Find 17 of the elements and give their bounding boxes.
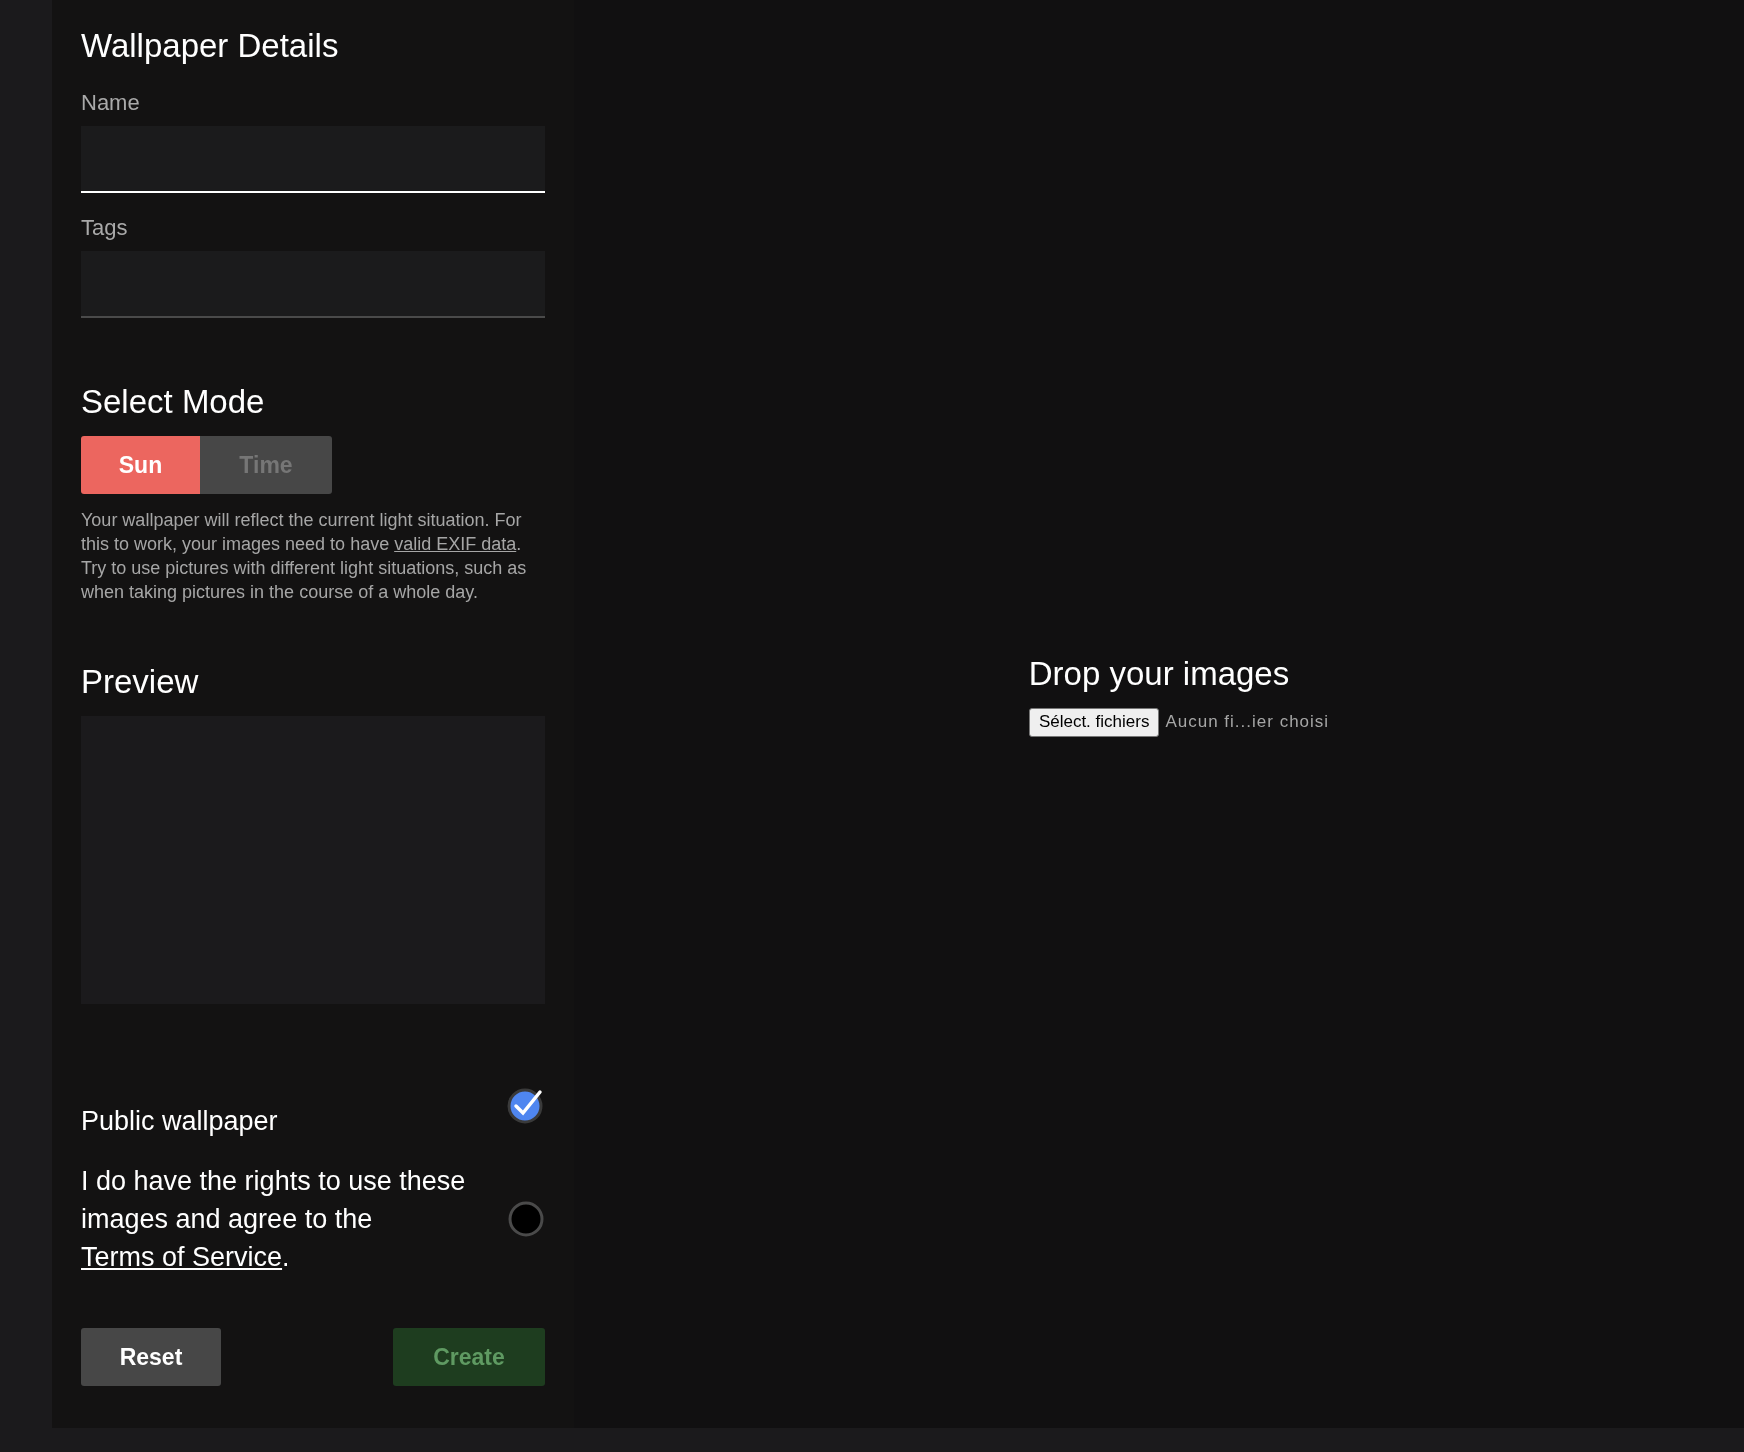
field-label: Name xyxy=(81,89,141,117)
checkbox[interactable] xyxy=(507,1086,545,1124)
form-title: Wallpaper Details xyxy=(81,26,340,66)
exif-link[interactable]: valid EXIF data xyxy=(394,534,517,554)
reset-button[interactable]: Reset xyxy=(81,1328,221,1386)
field-label: Tags xyxy=(81,214,129,242)
terms-link[interactable]: Terms of Service xyxy=(81,1242,283,1272)
checkbox-label: I do have the rights to use these images and agree to the Terms of Service. xyxy=(81,1165,466,1274)
checkbox[interactable] xyxy=(507,1200,545,1238)
mode-description: Your wallpaper will reflect the current light situation. For this to work, your images need to have valid EXIF data. Try to use pictures with different light situations, such as when taking pictures in the course of a whole day. xyxy=(81,509,528,604)
file-status: Aucun fi...ier choisi xyxy=(1165,711,1330,734)
section-heading: Preview xyxy=(81,662,200,702)
section-heading: Select Mode xyxy=(81,382,266,422)
checkbox-label: Public wallpaper xyxy=(81,1105,278,1138)
dropzone-heading: Drop your images xyxy=(1028,653,1290,694)
text-field[interactable] xyxy=(81,251,545,318)
select-files-button[interactable]: Sélect. fichiers xyxy=(1028,707,1160,737)
